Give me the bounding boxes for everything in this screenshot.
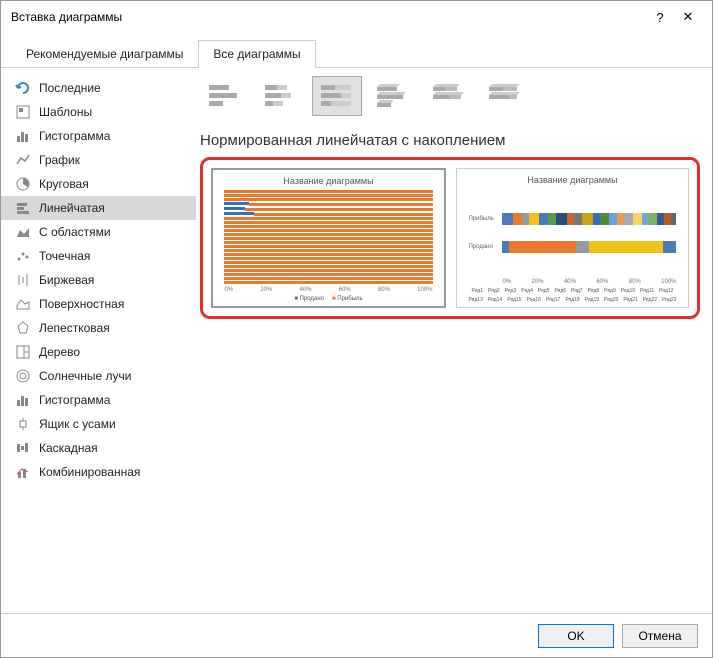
sunburst-icon <box>15 368 31 384</box>
subtype-3d-stacked-bar[interactable] <box>424 76 474 116</box>
sidebar-item-area[interactable]: С областями <box>1 220 196 244</box>
sidebar-item-templates[interactable]: Шаблоны <box>1 100 196 124</box>
box-whisker-icon <box>15 416 31 432</box>
close-button[interactable]: ✕ <box>674 9 702 25</box>
area-chart-icon <box>15 224 31 240</box>
pie-chart-icon <box>15 176 31 192</box>
chart1-legend: Продано Прибыль <box>294 296 362 302</box>
ok-button[interactable]: OK <box>538 624 614 648</box>
chart2-body: Прибыль Продано <box>468 189 676 277</box>
chart1-title: Название диаграммы <box>283 176 373 186</box>
chart2-axis: 0%20%40%60%80%100% <box>468 279 676 285</box>
subtype-stacked-bar[interactable] <box>256 76 306 116</box>
radar-chart-icon <box>15 320 31 336</box>
titlebar: Вставка диаграммы ? ✕ <box>1 1 712 33</box>
dialog-footer: OK Отмена <box>1 613 712 657</box>
preview-row: Название диаграммы 0%20%40%60%80%100% Пр… <box>200 157 700 319</box>
sidebar-item-boxwhisker[interactable]: Ящик с усами <box>1 412 196 436</box>
sidebar-item-radar[interactable]: Лепестковая <box>1 316 196 340</box>
chart-category-sidebar: Последние Шаблоны Гистограмма График Кру… <box>1 68 196 613</box>
scatter-chart-icon <box>15 248 31 264</box>
histogram-icon <box>15 392 31 408</box>
subtype-title: Нормированная линейчатая с накоплением <box>200 132 700 149</box>
column-chart-icon <box>15 128 31 144</box>
chart2-legend: Ряд1Ряд2Ряд3Ряд4Ряд5Ряд6Ряд7Ряд8Ряд9Ряд1… <box>463 288 682 303</box>
chart2-title: Название диаграммы <box>527 175 617 185</box>
preview-chart-2[interactable]: Название диаграммы Прибыль Продано 0%20%… <box>456 168 689 308</box>
insert-chart-dialog: Вставка диаграммы ? ✕ Рекомендуемые диаг… <box>0 0 713 658</box>
chart1-axis: 0%20%40%60%80%100% <box>224 287 432 293</box>
sidebar-item-scatter[interactable]: Точечная <box>1 244 196 268</box>
bar-chart-icon <box>15 200 31 216</box>
help-button[interactable]: ? <box>646 10 674 25</box>
subtype-100-stacked-bar[interactable] <box>312 76 362 116</box>
sidebar-item-sunburst[interactable]: Солнечные лучи <box>1 364 196 388</box>
stock-chart-icon <box>15 272 31 288</box>
treemap-icon <box>15 344 31 360</box>
waterfall-icon <box>15 440 31 456</box>
sidebar-item-recent[interactable]: Последние <box>1 76 196 100</box>
recent-icon <box>15 80 31 96</box>
line-chart-icon <box>15 152 31 168</box>
chart1-bars <box>224 190 432 284</box>
sidebar-item-histogram[interactable]: Гистограмма <box>1 388 196 412</box>
sidebar-item-line[interactable]: График <box>1 148 196 172</box>
templates-icon <box>15 104 31 120</box>
sidebar-item-combo[interactable]: Комбинированная <box>1 460 196 484</box>
combo-chart-icon <box>15 464 31 480</box>
preview-chart-1[interactable]: Название диаграммы 0%20%40%60%80%100% Пр… <box>211 168 446 308</box>
tab-recommended[interactable]: Рекомендуемые диаграммы <box>11 40 198 68</box>
sidebar-item-bar[interactable]: Линейчатая <box>1 196 196 220</box>
cancel-button[interactable]: Отмена <box>622 624 698 648</box>
sidebar-item-stock[interactable]: Биржевая <box>1 268 196 292</box>
tab-strip: Рекомендуемые диаграммы Все диаграммы <box>1 39 712 68</box>
dialog-title: Вставка диаграммы <box>11 10 646 24</box>
sidebar-item-surface[interactable]: Поверхностная <box>1 292 196 316</box>
subtype-row <box>200 76 700 116</box>
subtype-clustered-bar[interactable] <box>200 76 250 116</box>
sidebar-item-treemap[interactable]: Дерево <box>1 340 196 364</box>
tab-all-charts[interactable]: Все диаграммы <box>198 40 315 68</box>
sidebar-item-waterfall[interactable]: Каскадная <box>1 436 196 460</box>
sidebar-item-column[interactable]: Гистограмма <box>1 124 196 148</box>
sidebar-item-pie[interactable]: Круговая <box>1 172 196 196</box>
subtype-3d-clustered-bar[interactable] <box>368 76 418 116</box>
main-panel: Нормированная линейчатая с накоплением Н… <box>196 68 712 613</box>
subtype-3d-100-stacked-bar[interactable] <box>480 76 530 116</box>
surface-chart-icon <box>15 296 31 312</box>
